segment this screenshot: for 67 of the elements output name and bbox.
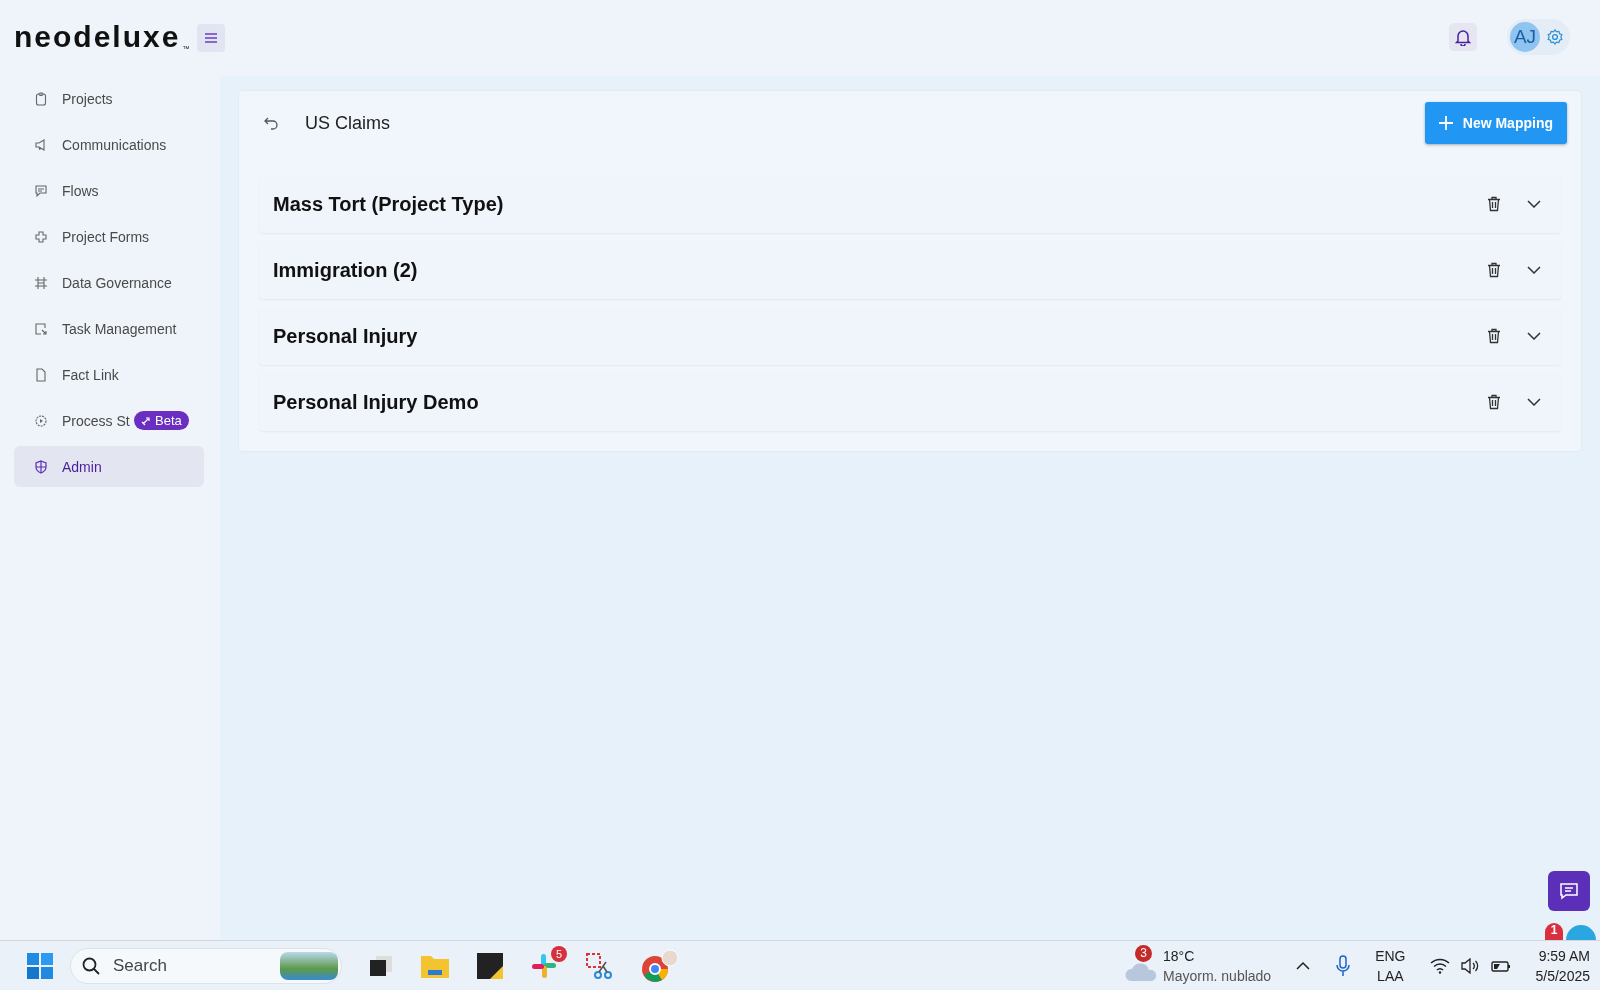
sidebar-item[interactable]: Communications <box>14 124 204 165</box>
task-view-icon[interactable] <box>368 953 394 978</box>
keyboard-layout[interactable]: LAA <box>1377 965 1404 986</box>
sidebar-item[interactable]: Flows <box>14 170 204 211</box>
chat-bubble-icon <box>34 183 48 198</box>
bell-icon <box>1455 28 1471 46</box>
mapping-row[interactable]: Personal Injury <box>259 307 1561 365</box>
trash-icon <box>1487 328 1501 344</box>
notification-badge: 3 <box>1135 944 1152 962</box>
search-icon <box>82 956 100 975</box>
mapping-row[interactable]: Personal Injury Demo <box>259 373 1561 431</box>
sidebar-item[interactable]: Projects <box>14 78 204 119</box>
mapping-row[interactable]: Mass Tort (Project Type) <box>259 175 1561 233</box>
document-icon <box>34 367 48 382</box>
wifi-icon[interactable] <box>1429 957 1450 974</box>
megaphone-icon <box>34 137 48 152</box>
clock-date[interactable]: 5/5/2025 <box>1535 965 1590 986</box>
temperature: 18°C <box>1163 946 1196 966</box>
mapping-name: Mass Tort (Project Type) <box>273 192 505 216</box>
scissors-icon[interactable] <box>584 950 614 981</box>
badge-text: Beta <box>155 413 182 428</box>
sidebar-item[interactable]: Process St Beta <box>14 400 204 441</box>
chat-button[interactable] <box>1548 871 1590 911</box>
mapping-name: Personal Injury Demo <box>273 390 480 414</box>
speaker-icon[interactable] <box>1459 957 1480 974</box>
landscape-illustration <box>280 951 338 980</box>
sidebar-item[interactable]: Task Management <box>14 308 204 349</box>
gear-play-icon <box>34 413 48 428</box>
notifications-button[interactable] <box>1449 23 1477 51</box>
page-title: US Claims <box>305 112 391 134</box>
chevron-icon <box>1527 200 1541 208</box>
trash-icon <box>1487 394 1501 410</box>
language-indicator[interactable]: ENG <box>1375 945 1406 966</box>
chevron-icon <box>1527 398 1541 406</box>
clipboard-icon <box>34 91 48 106</box>
plus-icon <box>1438 116 1453 130</box>
notification-badge: 5 <box>551 945 567 962</box>
mapping-name: Immigration (2) <box>273 258 419 282</box>
sticky-notes-icon[interactable] <box>476 951 504 980</box>
browser-icon[interactable] <box>640 948 680 983</box>
mapping-row[interactable]: Immigration (2) <box>259 241 1561 299</box>
chevron-icon <box>1527 332 1541 340</box>
trash-icon <box>1487 262 1501 278</box>
menu-icon <box>204 32 219 44</box>
windows-start-icon[interactable] <box>26 951 54 980</box>
sidebar-item[interactable]: Admin <box>14 446 204 487</box>
shield-icon <box>34 459 48 474</box>
microphone-icon[interactable] <box>1335 954 1352 977</box>
chevron-icon <box>1527 266 1541 274</box>
grid-icon <box>34 275 48 290</box>
task-icon <box>34 321 48 336</box>
puzzle-icon <box>34 229 48 244</box>
return-arrow-icon <box>263 116 279 130</box>
sidebar-item[interactable]: Data Governance <box>14 262 204 303</box>
weather-description: Mayorm. nublado <box>1163 966 1272 986</box>
slack-icon[interactable] <box>530 951 558 980</box>
settings-icon[interactable] <box>1546 28 1564 46</box>
trash-icon <box>1487 196 1501 212</box>
mapping-name: Personal Injury <box>273 324 419 348</box>
chevron-up-icon[interactable] <box>1295 960 1312 971</box>
sidebar-item[interactable]: Project Forms <box>14 216 204 257</box>
clock-time[interactable]: 9:59 AM <box>1538 945 1590 966</box>
chat-icon <box>1559 882 1579 900</box>
sidebar-item[interactable]: Fact Link <box>14 354 204 395</box>
notification-badge: 1 <box>1545 923 1563 940</box>
menu-button[interactable] <box>197 24 226 52</box>
logo: neodeluxe <box>14 22 181 52</box>
